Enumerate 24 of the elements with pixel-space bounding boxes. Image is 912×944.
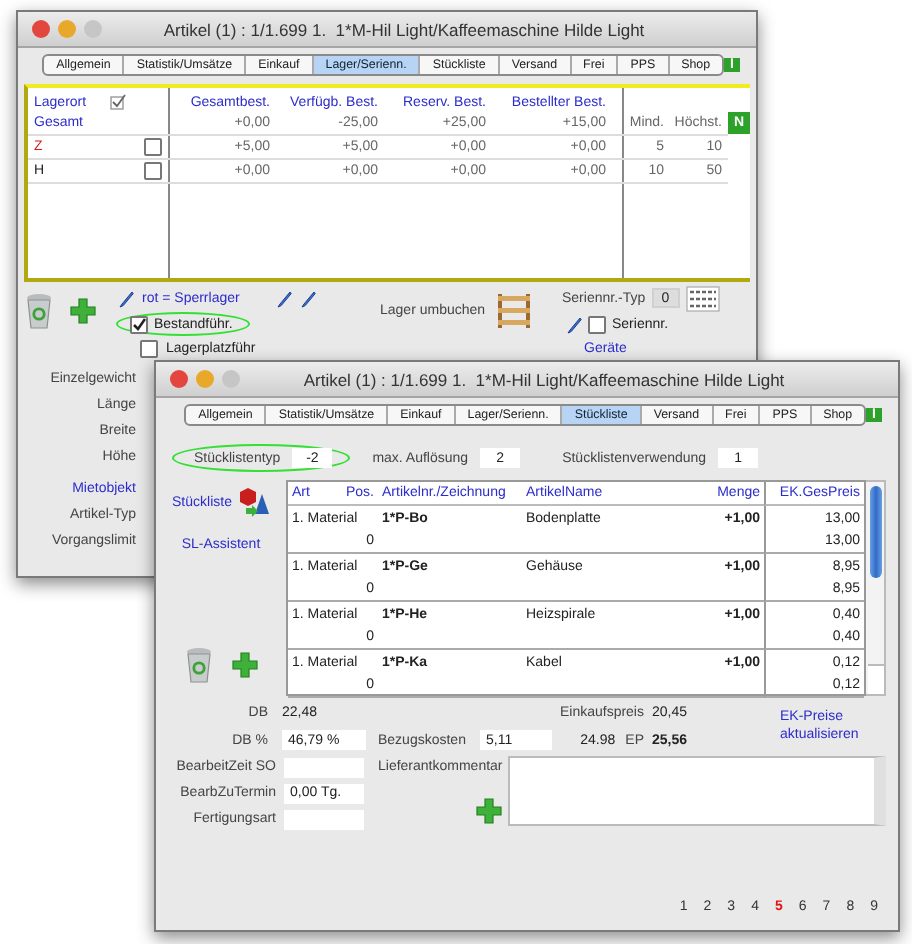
plus-icon[interactable] (70, 297, 96, 323)
checkbox[interactable] (588, 315, 606, 333)
shapes-icon[interactable] (237, 486, 270, 518)
comment-field[interactable] (508, 756, 886, 826)
checkbox[interactable] (144, 138, 162, 156)
scrollbar[interactable] (866, 480, 886, 696)
checkbox[interactable] (140, 340, 158, 358)
shelf-icon[interactable] (495, 291, 532, 329)
document-icon[interactable] (685, 285, 720, 311)
window-title: Artikel (1) : 1/1.699 1. 1*M-Hil Light/Kaffeemaschine Hilde Light (161, 19, 647, 39)
checkmark-icon (110, 94, 127, 110)
close-button[interactable] (170, 370, 188, 388)
plus-icon[interactable] (231, 652, 257, 678)
trash-icon[interactable] (26, 291, 52, 329)
close-button[interactable] (32, 20, 50, 38)
minimize-button[interactable] (58, 20, 76, 38)
minimize-button[interactable] (196, 370, 214, 388)
window-title: Artikel (1) : 1/1.699 1. 1*M-Hil Light/Kaffeemaschine Hilde Light (301, 369, 787, 389)
pencil-icon[interactable] (118, 289, 134, 307)
plus-icon[interactable] (476, 798, 502, 824)
checkbox[interactable] (130, 315, 148, 333)
trash-icon[interactable] (185, 646, 211, 684)
pencil-icon[interactable] (566, 315, 582, 333)
checkbox[interactable] (144, 162, 162, 180)
